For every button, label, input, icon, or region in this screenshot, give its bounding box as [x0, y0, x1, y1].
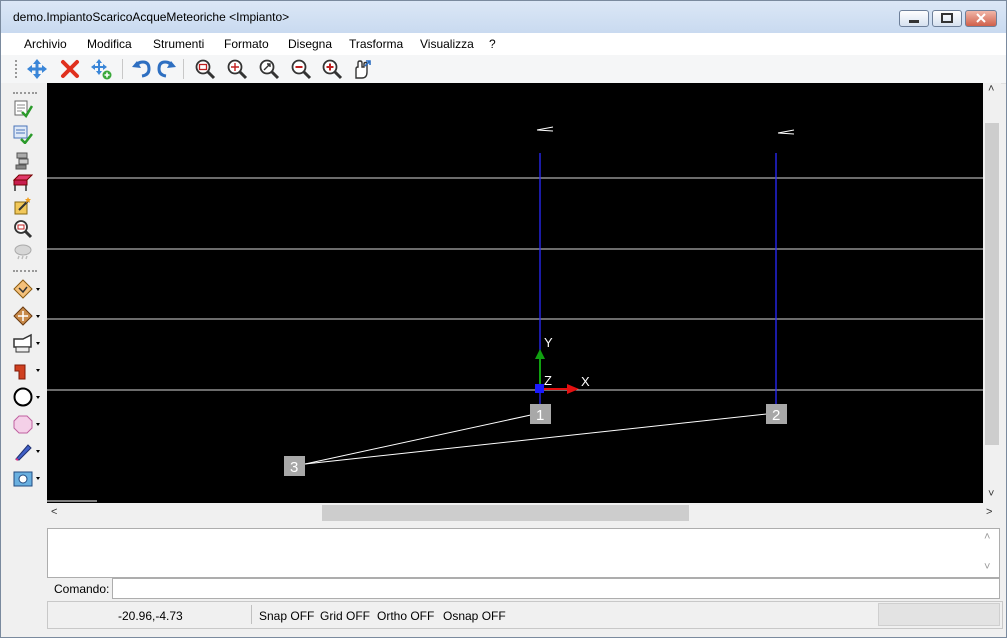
- node-3-label: 3: [290, 459, 298, 476]
- pipe-icon[interactable]: [13, 360, 41, 380]
- toolbar-grip[interactable]: [13, 92, 37, 95]
- zoom-find-icon[interactable]: [13, 219, 33, 239]
- scroll-down-icon[interactable]: ˅: [988, 488, 994, 500]
- horizontal-scrollbar[interactable]: < >: [47, 503, 1001, 523]
- y-axis-arrow: [535, 349, 545, 359]
- toolbar-separator: [183, 59, 184, 79]
- command-line: Comando:: [47, 578, 1001, 599]
- scroll-up-icon[interactable]: ˄: [988, 83, 994, 95]
- junction-icon[interactable]: [13, 306, 41, 326]
- menu-trasforma[interactable]: Trasforma: [349, 37, 403, 51]
- redo-icon[interactable]: [155, 58, 177, 80]
- title-bar: demo.ImpiantoScaricoAcqueMeteoriche <Imp…: [1, 1, 1006, 33]
- minimize-icon: [909, 20, 919, 23]
- maximize-button[interactable]: [932, 10, 962, 27]
- application-window: demo.ImpiantoScaricoAcqueMeteoriche <Imp…: [0, 0, 1007, 638]
- elements-icon[interactable]: [13, 150, 33, 170]
- toolbar-separator: [122, 59, 123, 79]
- ucs-origin: [535, 384, 544, 393]
- window-title: demo.ImpiantoScaricoAcqueMeteoriche <Imp…: [13, 10, 290, 24]
- left-toolbar: [1, 83, 47, 503]
- rain-icon[interactable]: [13, 242, 33, 262]
- pen-icon[interactable]: [13, 441, 41, 461]
- menu-modifica[interactable]: Modifica: [87, 37, 132, 51]
- zoom-extents-icon[interactable]: [258, 58, 280, 80]
- vertical-scroll-thumb[interactable]: [985, 123, 999, 445]
- node-icon[interactable]: [13, 279, 41, 299]
- zoom-in-icon[interactable]: [321, 58, 343, 80]
- maximize-icon: [941, 13, 953, 23]
- main-toolbar: [1, 55, 1006, 84]
- pipe-segment[interactable]: [304, 412, 541, 465]
- toolbar-grip[interactable]: [13, 270, 37, 273]
- z-axis-label: Z: [544, 373, 552, 388]
- history-scroll-down-icon[interactable]: ˅: [984, 561, 990, 573]
- command-history[interactable]: ˄ ˅: [47, 528, 1000, 578]
- verify-icon[interactable]: [13, 124, 33, 144]
- menu-help[interactable]: ?: [489, 37, 496, 51]
- pipe-top-marker: [536, 126, 554, 132]
- circle-icon[interactable]: [13, 387, 41, 407]
- properties-icon[interactable]: [13, 98, 33, 118]
- fitting-icon[interactable]: [13, 333, 41, 353]
- y-axis-label: Y: [544, 335, 553, 350]
- menu-archivio[interactable]: Archivio: [24, 37, 67, 51]
- status-separator: [251, 605, 252, 624]
- pipe-top-marker: [777, 129, 795, 135]
- horizontal-scroll-thumb[interactable]: [322, 505, 689, 521]
- camera-icon[interactable]: [13, 468, 41, 488]
- undo-icon[interactable]: [131, 58, 153, 80]
- command-label: Comando:: [54, 582, 110, 596]
- grid-toggle[interactable]: Grid OFF: [320, 609, 370, 623]
- command-input[interactable]: [112, 578, 1000, 599]
- status-panel: [878, 603, 1000, 626]
- zoom-window-icon[interactable]: [194, 58, 216, 80]
- node-1-label: 1: [536, 407, 544, 424]
- status-bar: -20.96,-4.73 Snap OFF Grid OFF Ortho OFF…: [47, 601, 1003, 629]
- move-icon[interactable]: [26, 58, 48, 80]
- history-scroll-up-icon[interactable]: ˄: [984, 531, 990, 543]
- node-2-label: 2: [772, 407, 780, 424]
- menu-strumenti[interactable]: Strumenti: [153, 37, 204, 51]
- vertical-scrollbar[interactable]: ˄ ˅: [983, 83, 1001, 503]
- minimize-button[interactable]: [899, 10, 929, 27]
- polygon-icon[interactable]: [13, 414, 41, 434]
- drawing-canvas[interactable]: Y Z X 1 2 3: [47, 83, 983, 503]
- menu-visualizza[interactable]: Visualizza: [420, 37, 474, 51]
- cursor-coordinates: -20.96,-4.73: [118, 609, 183, 623]
- x-axis-label: X: [581, 374, 590, 389]
- zoom-out-icon[interactable]: [290, 58, 312, 80]
- drawing-svg: Y Z X 1 2 3: [47, 126, 983, 502]
- copy-icon[interactable]: [90, 58, 112, 80]
- x-axis-arrow: [567, 384, 579, 394]
- snap-toggle[interactable]: Snap OFF: [259, 609, 314, 623]
- menu-formato[interactable]: Formato: [224, 37, 269, 51]
- zoom-all-icon[interactable]: [226, 58, 248, 80]
- table-icon[interactable]: [13, 172, 33, 192]
- osnap-toggle[interactable]: Osnap OFF: [443, 609, 506, 623]
- scroll-right-icon[interactable]: >: [986, 506, 992, 518]
- menu-disegna[interactable]: Disegna: [288, 37, 332, 51]
- wizard-icon[interactable]: [13, 196, 33, 216]
- close-icon: [976, 13, 986, 23]
- ortho-toggle[interactable]: Ortho OFF: [377, 609, 434, 623]
- scroll-left-icon[interactable]: <: [51, 506, 57, 518]
- toolbar-grip[interactable]: [15, 60, 19, 78]
- close-button[interactable]: [965, 10, 997, 27]
- pan-icon[interactable]: [351, 58, 373, 80]
- delete-icon[interactable]: [59, 58, 81, 80]
- menu-bar: Archivio Modifica Strumenti Formato Dise…: [1, 33, 1006, 55]
